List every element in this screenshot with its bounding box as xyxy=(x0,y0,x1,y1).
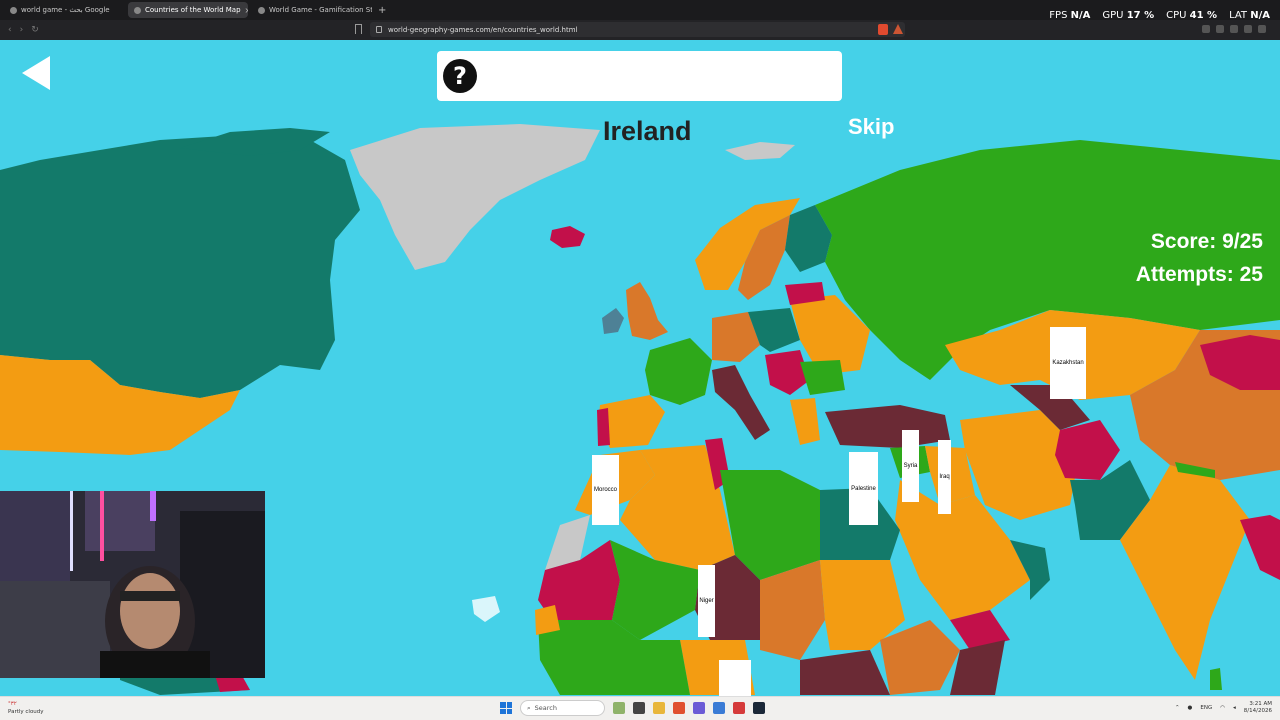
weather-temp: °٣٢ xyxy=(8,701,17,707)
romania[interactable] xyxy=(800,360,845,395)
wifi-icon[interactable]: ◠ xyxy=(1220,705,1225,711)
greece[interactable] xyxy=(790,398,820,445)
target-country-label: Ireland xyxy=(603,116,692,146)
recording-app-icon[interactable] xyxy=(733,702,745,714)
west-africa[interactable] xyxy=(538,620,690,695)
browser-tab-bar: world game - بحث Google Countries of the… xyxy=(0,0,1280,21)
bangladesh-myanmar[interactable] xyxy=(1240,515,1280,580)
france[interactable] xyxy=(645,338,712,405)
windows-taskbar: °٣٢ Partly cloudy ⌕ Search ⌃ ● ENG ◠ ◂ 3… xyxy=(0,696,1280,720)
clock-date: 8/14/2026 xyxy=(1243,708,1272,714)
map-label-iraq: Iraq xyxy=(938,440,951,514)
back-button[interactable] xyxy=(22,56,50,90)
microphone-icon[interactable]: ● xyxy=(1188,705,1193,711)
tab-google-search[interactable]: world game - بحث Google xyxy=(4,2,124,18)
skip-button[interactable]: Skip xyxy=(848,114,894,140)
discord-icon[interactable] xyxy=(693,702,705,714)
weather-desc: Partly cloudy xyxy=(8,709,44,715)
brave-shield-icon[interactable] xyxy=(878,24,888,35)
sidebar-icon[interactable] xyxy=(1230,25,1238,33)
turkey[interactable] xyxy=(825,405,950,448)
united-kingdom[interactable] xyxy=(626,282,668,340)
clock[interactable]: 3:21 AM 8/14/2026 xyxy=(1244,701,1272,715)
hint-panel[interactable]: ? xyxy=(437,51,842,101)
map-label-syria: Syria xyxy=(902,430,919,502)
tab-world-game[interactable]: World Game - Gamification Studio xyxy=(252,2,372,18)
afghanistan[interactable] xyxy=(1055,420,1120,480)
menu-icon[interactable] xyxy=(1258,25,1266,33)
map-label-palestine: Palestine xyxy=(849,452,878,525)
italy[interactable] xyxy=(712,365,770,440)
url-text: world-geography-games.com/en/countries_w… xyxy=(388,25,578,34)
widget-icon[interactable] xyxy=(613,702,625,714)
task-view-icon[interactable] xyxy=(633,702,645,714)
ethiopia[interactable] xyxy=(880,620,960,695)
reload-icon[interactable]: ↻ xyxy=(31,25,39,35)
taskbar-search[interactable]: ⌕ Search xyxy=(520,700,605,716)
windows-start-icon[interactable] xyxy=(500,702,512,714)
forward-arrow-icon[interactable]: › xyxy=(20,25,24,35)
calculator-icon[interactable] xyxy=(713,702,725,714)
browser-nav-bar: ‹ › ↻ world-geography-games.com/en/count… xyxy=(0,20,1280,40)
score-display: Score: 9/25 xyxy=(1150,230,1263,253)
greenland[interactable] xyxy=(350,124,600,270)
volume-icon[interactable]: ◂ xyxy=(1233,705,1236,711)
tab-countries-map[interactable]: Countries of the World Map × xyxy=(128,2,248,18)
central-africa[interactable] xyxy=(800,650,890,695)
map-label-niger: Niger xyxy=(698,565,715,637)
address-bar[interactable]: world-geography-games.com/en/countries_w… xyxy=(370,22,905,37)
system-tray: ⌃ ● ENG ◠ ◂ 3:21 AM 8/14/2026 xyxy=(1175,701,1272,715)
wallet-icon[interactable] xyxy=(1244,25,1252,33)
map-label-morocco: Morocco xyxy=(592,455,619,525)
attempts-display: Attempts: 25 xyxy=(1135,263,1263,286)
sri-lanka[interactable] xyxy=(1210,668,1222,690)
webcam-overlay xyxy=(0,491,265,678)
portugal[interactable] xyxy=(597,408,610,446)
search-icon: ⌕ xyxy=(527,703,531,712)
site-icon xyxy=(258,6,265,14)
azores[interactable] xyxy=(472,596,500,622)
map-label-kazakhstan: Kazakhstan xyxy=(1050,327,1086,399)
tab-label: World Game - Gamification Studio xyxy=(269,6,372,14)
webcam-image xyxy=(0,491,265,678)
close-tab-icon[interactable]: × xyxy=(245,6,248,15)
site-icon xyxy=(134,6,141,14)
iceland[interactable] xyxy=(550,226,585,248)
new-tab-button[interactable]: + xyxy=(378,5,386,16)
extensions-area xyxy=(1202,25,1266,33)
ireland[interactable] xyxy=(602,308,624,334)
weather-widget[interactable]: °٣٢ Partly cloudy xyxy=(8,700,44,716)
file-explorer-icon[interactable] xyxy=(653,702,665,714)
extension-icon[interactable] xyxy=(1216,25,1224,33)
google-icon xyxy=(10,6,17,14)
language-indicator[interactable]: ENG xyxy=(1200,705,1212,711)
rewards-icon[interactable] xyxy=(893,24,903,34)
tab-label: Countries of the World Map xyxy=(145,6,241,14)
canada[interactable] xyxy=(0,135,360,398)
taskbar-apps: ⌕ Search xyxy=(500,700,765,716)
brave-browser-icon[interactable] xyxy=(673,702,685,714)
back-arrow-icon[interactable]: ‹ xyxy=(8,25,12,35)
search-placeholder: Search xyxy=(534,704,557,712)
steam-icon[interactable] xyxy=(753,702,765,714)
chevron-up-icon[interactable]: ⌃ xyxy=(1175,705,1180,711)
game-area: ? Ireland Skip Score: 9/25 Attempts: 25 … xyxy=(0,40,1280,696)
svalbard[interactable] xyxy=(725,142,795,160)
map-label-unnamed xyxy=(719,660,751,696)
tab-label: world game - بحث Google xyxy=(21,6,110,14)
lock-icon xyxy=(376,26,382,33)
clock-time: 3:21 AM xyxy=(1249,701,1272,707)
question-icon[interactable]: ? xyxy=(443,59,477,93)
extension-icon[interactable] xyxy=(1202,25,1210,33)
bookmark-icon[interactable] xyxy=(355,24,362,34)
